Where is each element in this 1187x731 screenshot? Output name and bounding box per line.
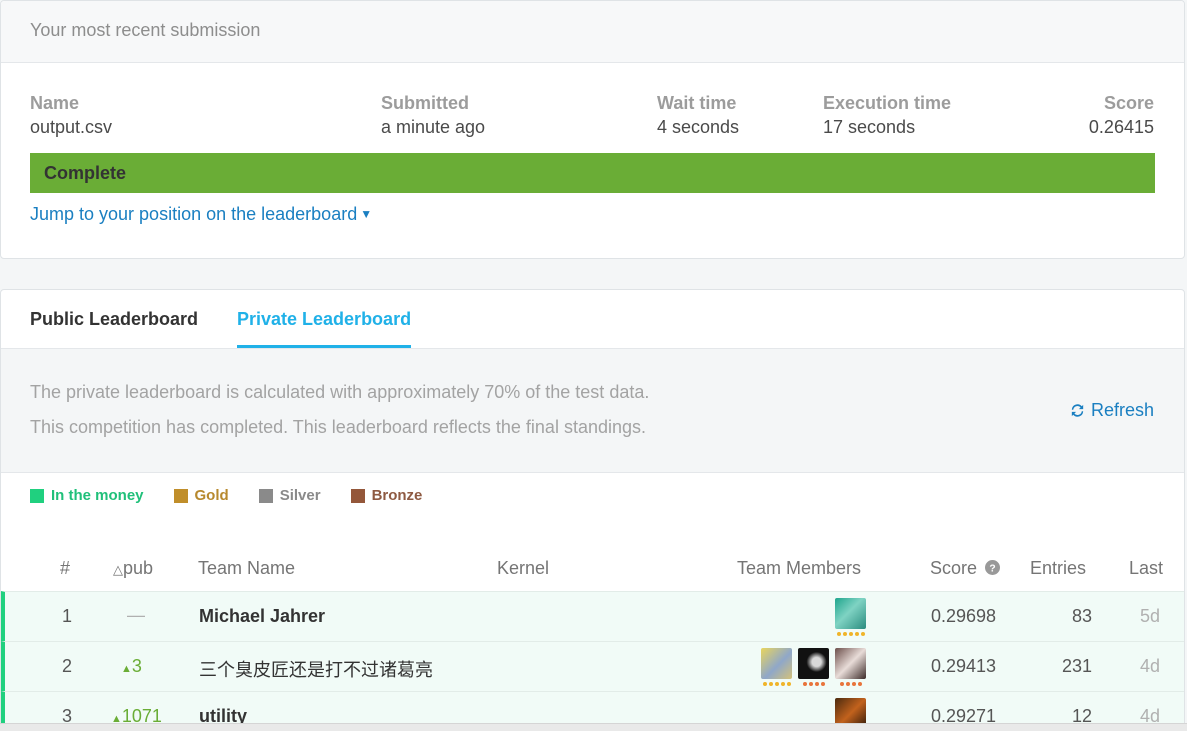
leaderboard-card: Public Leaderboard Private Leaderboard T… (0, 289, 1185, 731)
header-entries[interactable]: Entries (1030, 558, 1086, 579)
legend-label: Silver (279, 487, 321, 504)
legend-silver: Silver (258, 487, 321, 504)
legend-label: Bronze (371, 487, 423, 504)
team-name[interactable]: Michael Jahrer (199, 606, 325, 627)
legend-label: Gold (194, 487, 229, 504)
execution-time-value: 17 seconds (823, 117, 916, 137)
team-name[interactable]: 三个臭皮匠还是打不过诸葛亮 (199, 656, 433, 682)
leaderboard-tabs: Public Leaderboard Private Leaderboard (1, 290, 1184, 349)
score-label: Score (1103, 93, 1154, 113)
info-line-1: The private leaderboard is calculated wi… (30, 382, 650, 402)
score-value: 0.29698 (931, 606, 997, 626)
header-pub-label: pub (123, 558, 154, 578)
header-rank[interactable]: # (60, 558, 70, 579)
tab-public-leaderboard[interactable]: Public Leaderboard (30, 309, 198, 330)
name-label: Name (30, 93, 80, 113)
entries-value: 231 (1061, 656, 1092, 676)
refresh-label: Refresh (1091, 400, 1155, 420)
execution-time-label: Execution time (823, 93, 952, 113)
legend-bronze: Bronze (350, 487, 423, 504)
tier-dots (798, 682, 829, 686)
jump-link-label: Jump to your position on the leaderboard (30, 204, 358, 224)
rank-value: 2 (62, 656, 73, 676)
active-tab-indicator (237, 345, 411, 348)
header-kernel[interactable]: Kernel (497, 558, 549, 579)
score-value: 0.29413 (931, 656, 997, 676)
pub-delta-up: ▲3 (121, 656, 142, 677)
pub-delta-none: — (127, 605, 145, 625)
legend-in-the-money: In the money (30, 487, 144, 504)
medal-legend: In the money Gold Silver Bronze (30, 487, 452, 504)
info-line-2: This competition has completed. This lea… (30, 417, 646, 437)
submitted-value: a minute ago (381, 117, 486, 137)
avatar[interactable] (761, 648, 792, 679)
status-bar: Complete (30, 153, 1155, 193)
avatar[interactable] (835, 648, 866, 679)
jump-to-position-link[interactable]: Jump to your position on the leaderboard… (30, 204, 372, 225)
help-icon[interactable]: ? (985, 560, 1001, 575)
name-value: output.csv (30, 117, 113, 137)
pub-delta-value: 3 (131, 656, 142, 676)
bronze-swatch (350, 488, 365, 503)
leaderboard-header-row: # △pub Team Name Kernel Team Members Sco… (1, 558, 1184, 590)
leaderboard-row: 2 ▲3 三个臭皮匠还是打不过诸葛亮 0.29413 231 4d (1, 641, 1184, 691)
rank-value: 1 (62, 606, 73, 626)
svg-text:?: ? (989, 563, 995, 574)
header-team-members: Team Members (737, 558, 862, 578)
leaderboard-row: 1 — Michael Jahrer 0.29698 83 5d (1, 591, 1184, 641)
refresh-icon (1071, 404, 1084, 417)
horizontal-scrollbar[interactable] (0, 723, 1187, 731)
score-column: Score 0.26415 (1089, 92, 1154, 141)
wait-time-label: Wait time (657, 93, 737, 113)
tier-dots (835, 632, 866, 636)
submitted-label: Submitted (381, 93, 469, 113)
execution-time-column: Execution time 17 seconds (823, 92, 951, 141)
tier-dots (761, 682, 792, 686)
avatar[interactable] (835, 598, 866, 629)
submission-heading: Your most recent submission (1, 1, 1184, 63)
wait-time-value: 4 seconds (657, 117, 740, 137)
tier-dots (835, 682, 866, 686)
header-last[interactable]: Last (1129, 558, 1163, 579)
caret-down-icon: ▼ (360, 207, 373, 221)
legend-gold: Gold (173, 487, 229, 504)
submitted-column: Submitted a minute ago (381, 92, 485, 141)
refresh-button[interactable]: Refresh (1069, 400, 1154, 421)
tab-private-leaderboard[interactable]: Private Leaderboard (237, 309, 411, 330)
in-the-money-swatch (30, 488, 44, 503)
triangle-up-icon: ▲ (121, 663, 132, 675)
recent-submission-card: Your most recent submission Name output.… (0, 0, 1185, 259)
last-value: 5d (1139, 606, 1160, 626)
score-value: 0.26415 (1088, 117, 1154, 137)
header-score[interactable]: Score ? (930, 558, 1001, 579)
last-value: 4d (1139, 656, 1160, 676)
avatar[interactable] (798, 648, 829, 679)
header-pub-delta[interactable]: △pub (113, 558, 153, 579)
name-column: Name output.csv (30, 92, 112, 141)
gold-swatch (173, 488, 188, 503)
header-score-label: Score (930, 558, 978, 578)
silver-swatch (258, 488, 273, 503)
triangle-outline-icon: △ (113, 562, 123, 577)
legend-label: In the money (51, 487, 144, 504)
entries-value: 83 (1071, 606, 1092, 626)
leaderboard-info: The private leaderboard is calculated wi… (1, 349, 1184, 473)
wait-time-column: Wait time 4 seconds (657, 92, 739, 141)
header-team-name[interactable]: Team Name (198, 558, 295, 579)
